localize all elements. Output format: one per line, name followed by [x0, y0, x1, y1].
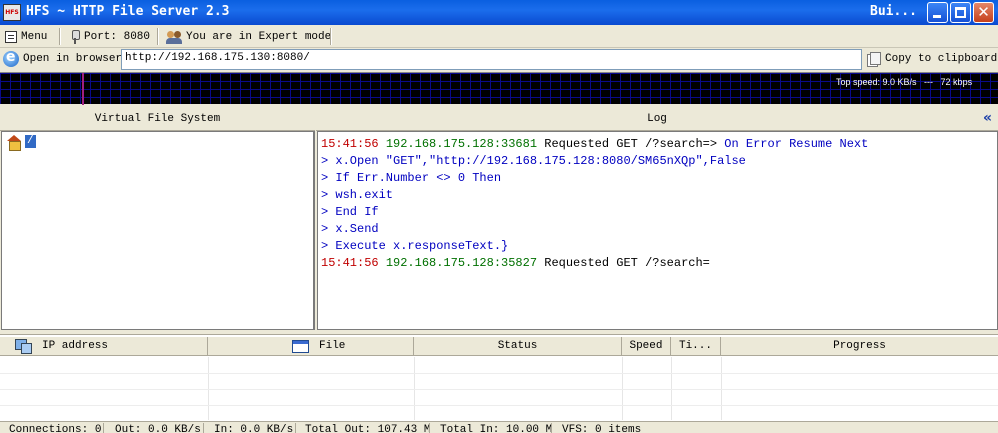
title-bar: HFS HFS ~ HTTP File Server 2.3 Bui... ✕: [0, 0, 998, 25]
column-file[interactable]: File: [208, 337, 414, 356]
grid-line: [0, 405, 998, 406]
status-vfs-items: VFS: 0 items: [562, 424, 642, 433]
status-separator: [295, 423, 296, 433]
menu-icon: [5, 30, 17, 43]
log-line: 15:41:56 192.168.175.128:35827 Requested…: [321, 255, 994, 272]
log-address: 192.168.175.128:35827: [385, 256, 538, 270]
toolbar-separator: [59, 28, 61, 45]
column-time[interactable]: Ti...: [671, 337, 721, 356]
clipboard-icon[interactable]: [867, 52, 881, 67]
log-header: Log: [316, 108, 998, 131]
vfs-root-item[interactable]: /: [25, 135, 36, 148]
log-line: > x.Send: [321, 222, 379, 236]
home-folder-icon[interactable]: [7, 135, 21, 151]
log-request: Requested GET /?search=>: [544, 137, 718, 151]
log-line: > If Err.Number <> 0 Then: [321, 171, 502, 185]
status-out-speed: Out: 0.0 KB/s: [115, 424, 201, 433]
log-line: 15:41:56 192.168.175.128:33681 Requested…: [321, 136, 994, 153]
status-separator: [551, 423, 552, 433]
status-bar: Connections: 0 Out: 0.0 KB/s In: 0.0 KB/…: [0, 421, 998, 433]
log-line: > End If: [321, 205, 379, 219]
status-separator: [103, 423, 104, 433]
log-request: Requested GET /?search=: [544, 256, 710, 270]
log-time: 15:41:56: [321, 256, 379, 270]
copy-to-clipboard-button[interactable]: Copy to clipboard: [885, 53, 997, 65]
port-label: Port: 8080: [84, 30, 151, 43]
close-icon: ✕: [977, 3, 990, 21]
status-separator: [203, 423, 204, 433]
status-separator: [429, 423, 430, 433]
window-title-right: Bui...: [870, 4, 917, 19]
toolbar: Menu Port: 8080 You are in Expert mode: [0, 25, 998, 48]
column-progress[interactable]: Progress: [721, 337, 998, 356]
status-connections: Connections: 0: [9, 424, 102, 433]
log-text-area[interactable]: 15:41:56 192.168.175.128:33681 Requested…: [317, 131, 998, 330]
toolbar-separator: [157, 28, 159, 45]
status-total-in: Total In: 10.00 M: [440, 424, 553, 433]
collapse-chevrons-icon[interactable]: «: [983, 110, 992, 126]
hfs-app-icon[interactable]: HFS: [3, 4, 21, 21]
mode-label: You are in Expert mode: [186, 30, 332, 43]
log-line: > wsh.exit: [321, 188, 394, 202]
column-speed[interactable]: Speed: [622, 337, 671, 356]
log-address: 192.168.175.128:33681: [385, 137, 538, 151]
vfs-header: Virtual File System: [0, 108, 315, 131]
menu-button[interactable]: Menu: [5, 27, 47, 46]
column-ip-address[interactable]: IP address: [0, 337, 208, 356]
open-in-browser-button[interactable]: Open in browser: [23, 53, 122, 65]
bandwidth-graph: Top speed: 9.0 KB/s --- 72 kbps: [0, 72, 998, 105]
close-button[interactable]: ✕: [973, 2, 994, 23]
column-status[interactable]: Status: [414, 337, 622, 356]
connections-header: IP address File Status Speed Ti... Progr…: [0, 337, 998, 356]
address-row: Open in browser http://192.168.175.130:8…: [0, 48, 998, 72]
port-button[interactable]: Port: 8080: [70, 27, 150, 46]
log-payload: On Error Resume Next: [724, 137, 869, 151]
browser-icon[interactable]: [3, 49, 19, 67]
grid-line: [0, 373, 998, 374]
toolbar-separator: [330, 28, 332, 45]
minimize-icon: [933, 15, 941, 18]
maximize-icon: [955, 7, 966, 18]
status-in-speed: In: 0.0 KB/s: [214, 424, 294, 433]
log-panel: Log « 15:41:56 192.168.175.128:33681 Req…: [316, 108, 998, 330]
vfs-tree[interactable]: /: [1, 131, 315, 330]
window-title: HFS ~ HTTP File Server 2.3: [26, 4, 230, 19]
grid-line: [0, 389, 998, 390]
vfs-panel: Virtual File System /: [0, 108, 315, 330]
menu-label: Menu: [21, 30, 48, 43]
log-line: > Execute x.responseText.}: [321, 239, 509, 253]
expert-mode-button[interactable]: You are in Expert mode: [166, 27, 331, 46]
log-line: > x.Open "GET","http://192.168.175.128:8…: [321, 154, 746, 168]
log-time: 15:41:56: [321, 137, 379, 151]
plug-icon: [70, 29, 80, 44]
connections-table[interactable]: IP address File Status Speed Ti... Progr…: [0, 334, 998, 421]
status-total-out: Total Out: 107.43 M: [305, 424, 431, 433]
users-icon: [166, 30, 182, 44]
minimize-button[interactable]: [927, 2, 948, 23]
top-speed-text: Top speed: 9.0 KB/s --- 72 kbps: [836, 77, 973, 87]
graph-marker: [82, 73, 84, 105]
maximize-button[interactable]: [950, 2, 971, 23]
url-field[interactable]: http://192.168.175.130:8080/: [121, 49, 862, 70]
